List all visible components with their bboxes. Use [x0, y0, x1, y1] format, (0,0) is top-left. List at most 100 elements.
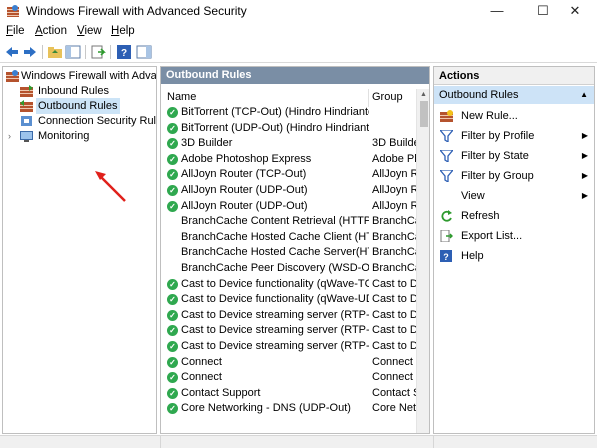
rule-group: Cast to De [372, 277, 418, 290]
tree-item-label: Outbound Rules [36, 98, 120, 114]
rule-row[interactable]: ✓ BitTorrent (UDP-Out) (Hindro Hindrianto… [161, 121, 429, 137]
minimize-button[interactable]: — [474, 0, 520, 22]
enabled-check-icon: ✓ [167, 138, 178, 150]
rule-row[interactable]: ✓ Core Networking - DNS (UDP-Out) Core Net… [161, 401, 429, 417]
menu-help[interactable]: Help [111, 25, 135, 37]
rule-group: BranchCac [372, 230, 418, 243]
forward-arrow-icon[interactable] [22, 44, 38, 60]
rule-name: Cast to Device streaming server (RTP-Str… [181, 308, 369, 321]
submenu-arrow-icon: ▶ [581, 151, 588, 160]
rule-group: Connect [372, 355, 413, 368]
help-icon[interactable]: ? [116, 44, 132, 60]
rule-name: BitTorrent (TCP-Out) (Hindro Hindrianto) [181, 106, 369, 118]
status-divider [433, 436, 434, 448]
action-export-list[interactable]: Export List... [434, 226, 594, 246]
title-bar: Windows Firewall with Advanced Security … [0, 0, 597, 22]
rule-row[interactable]: ✓ Connect Connect [161, 355, 429, 371]
tree-root[interactable]: Windows Firewall with Advanced Security [3, 68, 157, 84]
svg-text:?: ? [443, 252, 449, 262]
rule-name: AllJoyn Router (UDP-Out) [181, 199, 308, 212]
show-hide-console-tree-icon[interactable] [65, 44, 81, 60]
rule-row[interactable]: BranchCache Hosted Cache Server(HTTP...B… [161, 245, 429, 261]
rule-row[interactable]: BranchCache Hosted Cache Client (HTT... B… [161, 230, 429, 246]
rule-group: Cast to De [372, 308, 418, 321]
scroll-up-icon[interactable]: ▲ [420, 91, 427, 98]
action-filter-by-group[interactable]: Filter by Group ▶ [434, 166, 594, 186]
rule-row[interactable]: ✓Contact Support Contact Su [161, 386, 429, 402]
submenu-arrow-icon: ▶ [581, 171, 588, 180]
action-filter-by-state[interactable]: Filter by State ▶ [434, 146, 594, 166]
connection-security-icon [21, 116, 32, 126]
collapse-caret-icon[interactable]: ▲ [580, 86, 588, 104]
rule-name: 3D Builder [181, 137, 233, 150]
menu-view[interactable]: View [77, 25, 102, 37]
action-label: View [461, 190, 485, 202]
enabled-check-icon: ✓ [167, 122, 178, 134]
rule-name: Cast to Device functionality (qWave-UDP.… [181, 293, 369, 306]
rule-name: Adobe Photoshop Express [181, 152, 312, 165]
action-new-rule[interactable]: New Rule... [434, 106, 594, 126]
back-arrow-icon[interactable] [4, 44, 20, 60]
rule-row[interactable]: ✓ Connect Connect [161, 370, 429, 386]
column-header-group[interactable]: Group [372, 91, 403, 103]
toolbar-separator [110, 45, 111, 59]
rule-row[interactable]: ✓AllJoyn Router (UDP-Out) AllJoyn Ro [161, 199, 429, 215]
enabled-check-icon: ✓ [167, 341, 178, 352]
action-label: Help [461, 250, 484, 262]
actions-header: Actions [434, 67, 594, 85]
enabled-check-icon: ✓ [167, 387, 178, 399]
vertical-scrollbar[interactable]: ▲ [416, 89, 429, 433]
rule-group: Core Netw [372, 402, 418, 415]
new-rule-icon [440, 110, 453, 122]
enabled-check-icon: ✓ [167, 356, 178, 368]
rule-row[interactable]: BranchCache Peer Discovery (WSD-Out) Bran… [161, 261, 429, 277]
actions-section-outbound-rules[interactable]: Outbound Rules ▲ [434, 86, 594, 104]
rule-row[interactable]: ✓AllJoyn Router (UDP-Out) AllJoyn Ro [161, 183, 429, 199]
action-refresh[interactable]: Refresh [434, 206, 594, 226]
menu-file[interactable]: File [6, 25, 25, 37]
tree-root-label: Windows Firewall with Advanced Security [21, 70, 157, 82]
rule-group: Connect [372, 371, 413, 384]
rule-row[interactable]: ✓AllJoyn Router (TCP-Out) AllJoyn Ro [161, 167, 429, 183]
rule-row[interactable]: ✓ BitTorrent (TCP-Out) (Hindro Hindrianto… [161, 105, 429, 121]
rule-row[interactable]: ✓3D Builder3D Builder [161, 136, 429, 152]
action-view[interactable]: View ▶ [434, 186, 594, 206]
window-title: Windows Firewall with Advanced Security [26, 4, 247, 18]
rule-group: Cast to De [372, 340, 418, 352]
menu-action[interactable]: Action [35, 25, 67, 37]
export-list-icon[interactable] [90, 44, 106, 60]
rule-name: BranchCache Hosted Cache Server(HTTP... [181, 246, 369, 259]
scrollbar-thumb[interactable] [420, 101, 428, 127]
show-hide-action-pane-icon[interactable] [136, 44, 152, 60]
rule-row[interactable]: ✓ Cast to Device functionality (qWave-TCP… [161, 277, 429, 293]
enabled-check-icon: ✓ [167, 153, 178, 165]
rule-row[interactable]: ✓ Cast to Device functionality (qWave-UDP… [161, 292, 429, 308]
up-folder-icon[interactable] [47, 44, 63, 60]
action-label: Refresh [461, 210, 500, 222]
rule-group: BranchCac [372, 262, 418, 274]
expand-chevron-icon[interactable]: › [8, 128, 11, 144]
rule-row[interactable]: ✓Cast to Device streaming server (RTP-St… [161, 308, 429, 324]
tree-item-label: Connection Security Rules [38, 115, 157, 127]
rule-row[interactable]: BranchCache Content Retrieval (HTTP-O...… [161, 214, 429, 230]
rule-group: BranchCac [372, 246, 418, 259]
actions-section-label: Outbound Rules [439, 89, 519, 101]
rule-name: AllJoyn Router (UDP-Out) [181, 184, 308, 196]
action-filter-by-profile[interactable]: Filter by Profile ▶ [434, 126, 594, 146]
rule-group: BranchCac [372, 215, 418, 228]
rule-name: Connect [181, 371, 222, 384]
enabled-check-icon: ✓ [167, 200, 178, 212]
close-button[interactable]: ✕ [552, 0, 597, 22]
inbound-rules-icon [20, 85, 33, 97]
rule-row[interactable]: ✓Cast to Device streaming server (RTP-St… [161, 339, 429, 355]
rule-name: Connect [181, 355, 222, 368]
rule-row[interactable]: ✓Cast to Device streaming server (RTP-St… [161, 323, 429, 339]
action-help[interactable]: ? Help [434, 246, 594, 266]
firewall-icon [6, 70, 19, 82]
rule-name: Cast to Device streaming server (RTP-Str… [181, 324, 369, 337]
rule-row[interactable]: ✓Adobe Photoshop Express Adobe Pho [161, 152, 429, 168]
column-header-name[interactable]: Name [167, 91, 196, 103]
rule-group: AllJoyn Ro [372, 199, 418, 212]
action-label: Filter by State [461, 150, 529, 162]
export-list-icon [440, 230, 453, 242]
